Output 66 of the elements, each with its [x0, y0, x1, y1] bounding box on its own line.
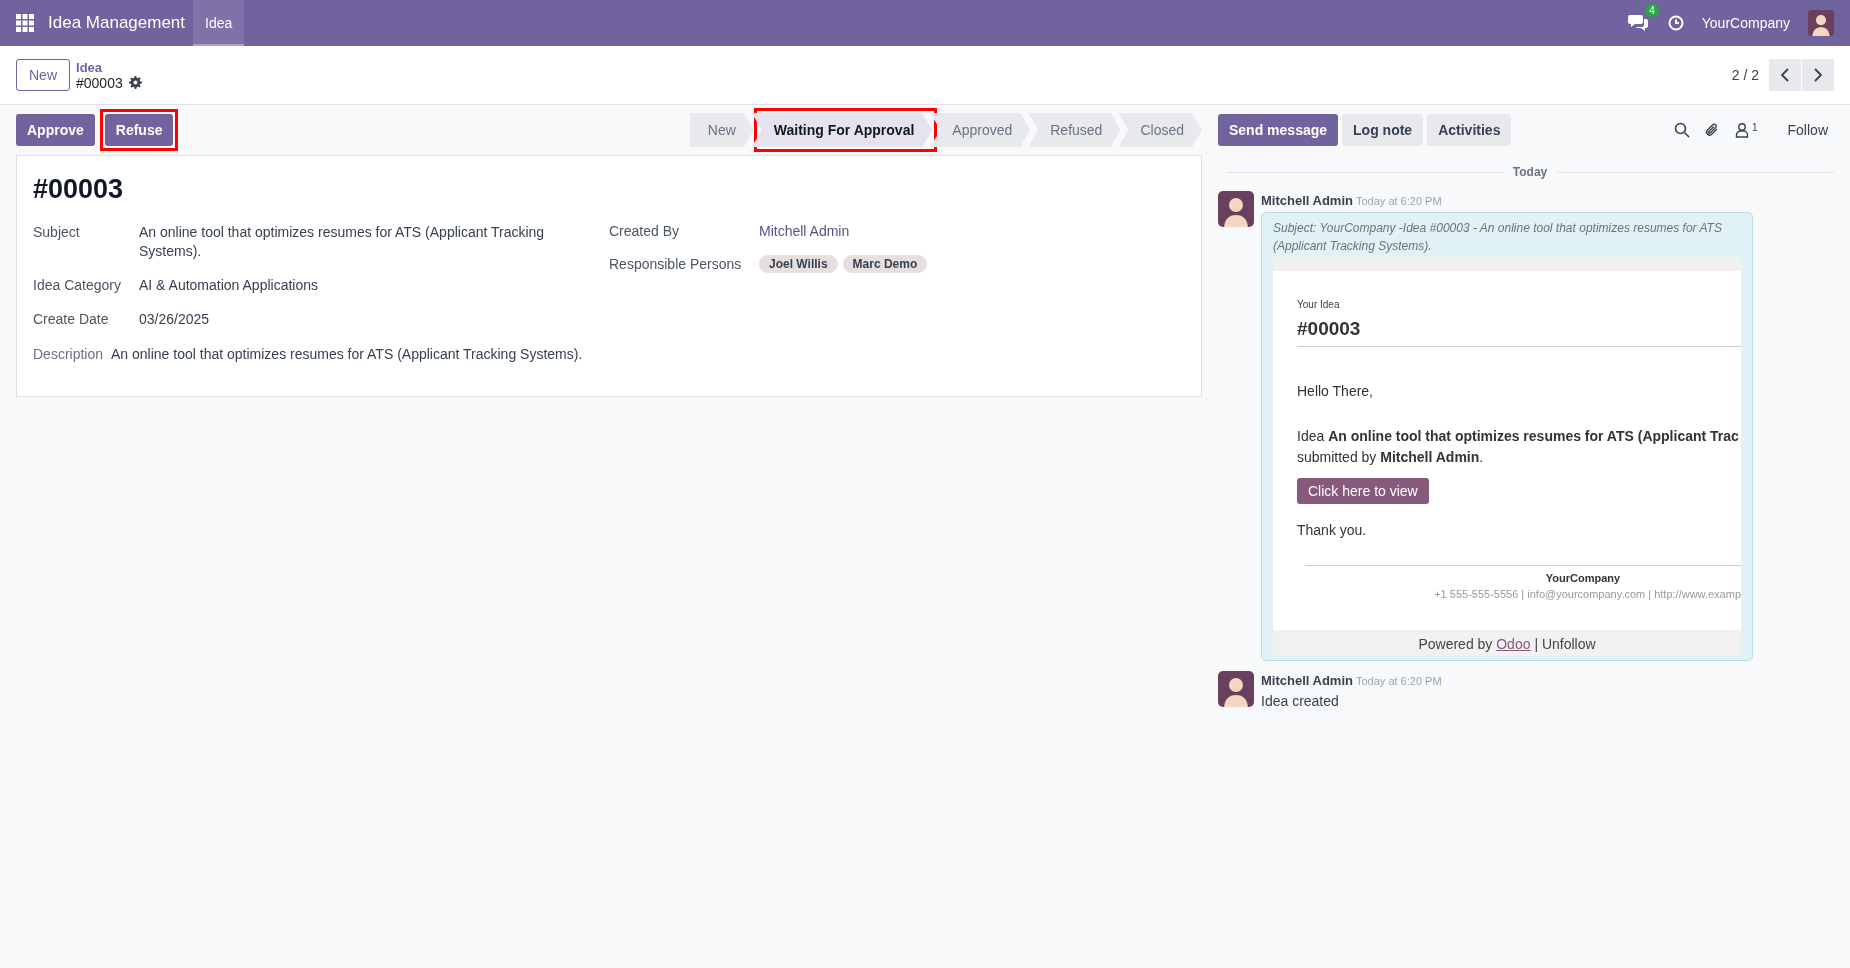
settings-icon[interactable] [128, 76, 142, 89]
person-tag[interactable]: Marc Demo [842, 255, 928, 273]
chat-icon[interactable] [1627, 13, 1648, 31]
email-title: #00003 [1297, 310, 1741, 347]
avatar-icon [1218, 671, 1254, 707]
follower-count: 1 [1751, 122, 1758, 133]
action-button[interactable]: Refuse [104, 114, 174, 146]
chatter-button[interactable]: Activities [1427, 114, 1512, 146]
view-button[interactable]: Click here to view [1297, 478, 1429, 504]
stage-step[interactable]: Closed [1118, 113, 1202, 147]
stage-step[interactable]: New [689, 113, 754, 147]
author-name[interactable]: Mitchell Admin [1261, 673, 1353, 688]
app-name[interactable]: Idea Management [48, 13, 186, 33]
stage-step[interactable]: Waiting For Approval [751, 113, 933, 147]
author-name[interactable]: Mitchell Admin [1261, 193, 1353, 208]
search-icon[interactable] [1673, 122, 1690, 138]
message-time: Today at 6:20 PM [1355, 195, 1442, 207]
chevron-right-icon [1812, 68, 1824, 82]
avatar-icon [1218, 191, 1254, 227]
record-title: #00003 [33, 174, 125, 205]
message-count-badge: 4 [1645, 4, 1659, 17]
field-value: 03/26/2025 [139, 310, 211, 329]
email-caption: Your Idea [1297, 299, 1341, 310]
avatar-icon [1808, 10, 1834, 36]
field-label: Responsible Persons [609, 256, 743, 272]
apps-menu-icon[interactable] [16, 14, 34, 32]
company-name[interactable]: YourCompany [1701, 15, 1790, 31]
field-value: AI & Automation Applications [139, 276, 319, 295]
message-time: Today at 6:20 PM [1355, 675, 1442, 687]
field-label: Subject [33, 223, 81, 242]
field-label: Idea Category [33, 276, 122, 295]
message-body: Idea created [1261, 693, 1340, 709]
footer-company: YourCompany [1544, 572, 1622, 584]
field-label: Created By [609, 223, 681, 239]
paperclip-icon[interactable] [1703, 122, 1720, 138]
chatter-button[interactable]: Send message [1218, 114, 1339, 146]
person-tag[interactable]: Joel Willis [759, 255, 838, 273]
field-label: Description [33, 346, 104, 362]
footer-contact: +1 555-555-5556 | info@yourcompany.com | http://www.examp [1433, 588, 1741, 600]
chevron-left-icon [1779, 68, 1791, 82]
date-separator: Today [1512, 165, 1548, 179]
clock-icon[interactable] [1667, 15, 1684, 31]
previous-button[interactable] [1769, 59, 1801, 91]
next-button[interactable] [1802, 59, 1834, 91]
unfollow-link[interactable]: | Unfollow [1534, 636, 1596, 652]
follow-button[interactable]: Follow [1781, 121, 1834, 139]
menu-item[interactable]: Idea [193, 0, 245, 46]
field-value: An online tool that optimizes resumes for ATS (Applicant Tracking Systems). [139, 223, 546, 261]
field-label: Create Date [33, 310, 110, 329]
stage-step[interactable]: Refused [1028, 113, 1121, 147]
action-button[interactable]: Approve [16, 114, 95, 146]
pager-text: 2 / 2 [1731, 67, 1759, 83]
field-value: An online tool that optimizes resumes for ATS (Applicant Tracking Systems). [111, 346, 583, 362]
stage-step[interactable]: Approved [930, 113, 1031, 147]
user-link[interactable]: Mitchell Admin [759, 223, 1185, 239]
email-text: Hello There, [1297, 382, 1374, 401]
person-icon[interactable] [1733, 122, 1750, 138]
powered-by-text: Powered by [1418, 636, 1493, 652]
email-text: Thank you. [1297, 521, 1368, 540]
message-subject: Subject: YourCompany -Idea #00003 - An online tool that optimizes resumes for ATS (Applicant Tracking Systems). [1273, 220, 1723, 255]
new-button[interactable]: New [16, 59, 70, 91]
odoo-link[interactable]: Odoo [1496, 636, 1531, 652]
chatter-button[interactable]: Log note [1342, 114, 1424, 146]
email-text: Idea An online tool that optimizes resumes for ATS (Applicant Trac submitted by Mitchell Admin. [1297, 427, 1740, 467]
breadcrumb-link[interactable]: Idea [76, 59, 142, 75]
record-name: #00003 [76, 74, 123, 91]
